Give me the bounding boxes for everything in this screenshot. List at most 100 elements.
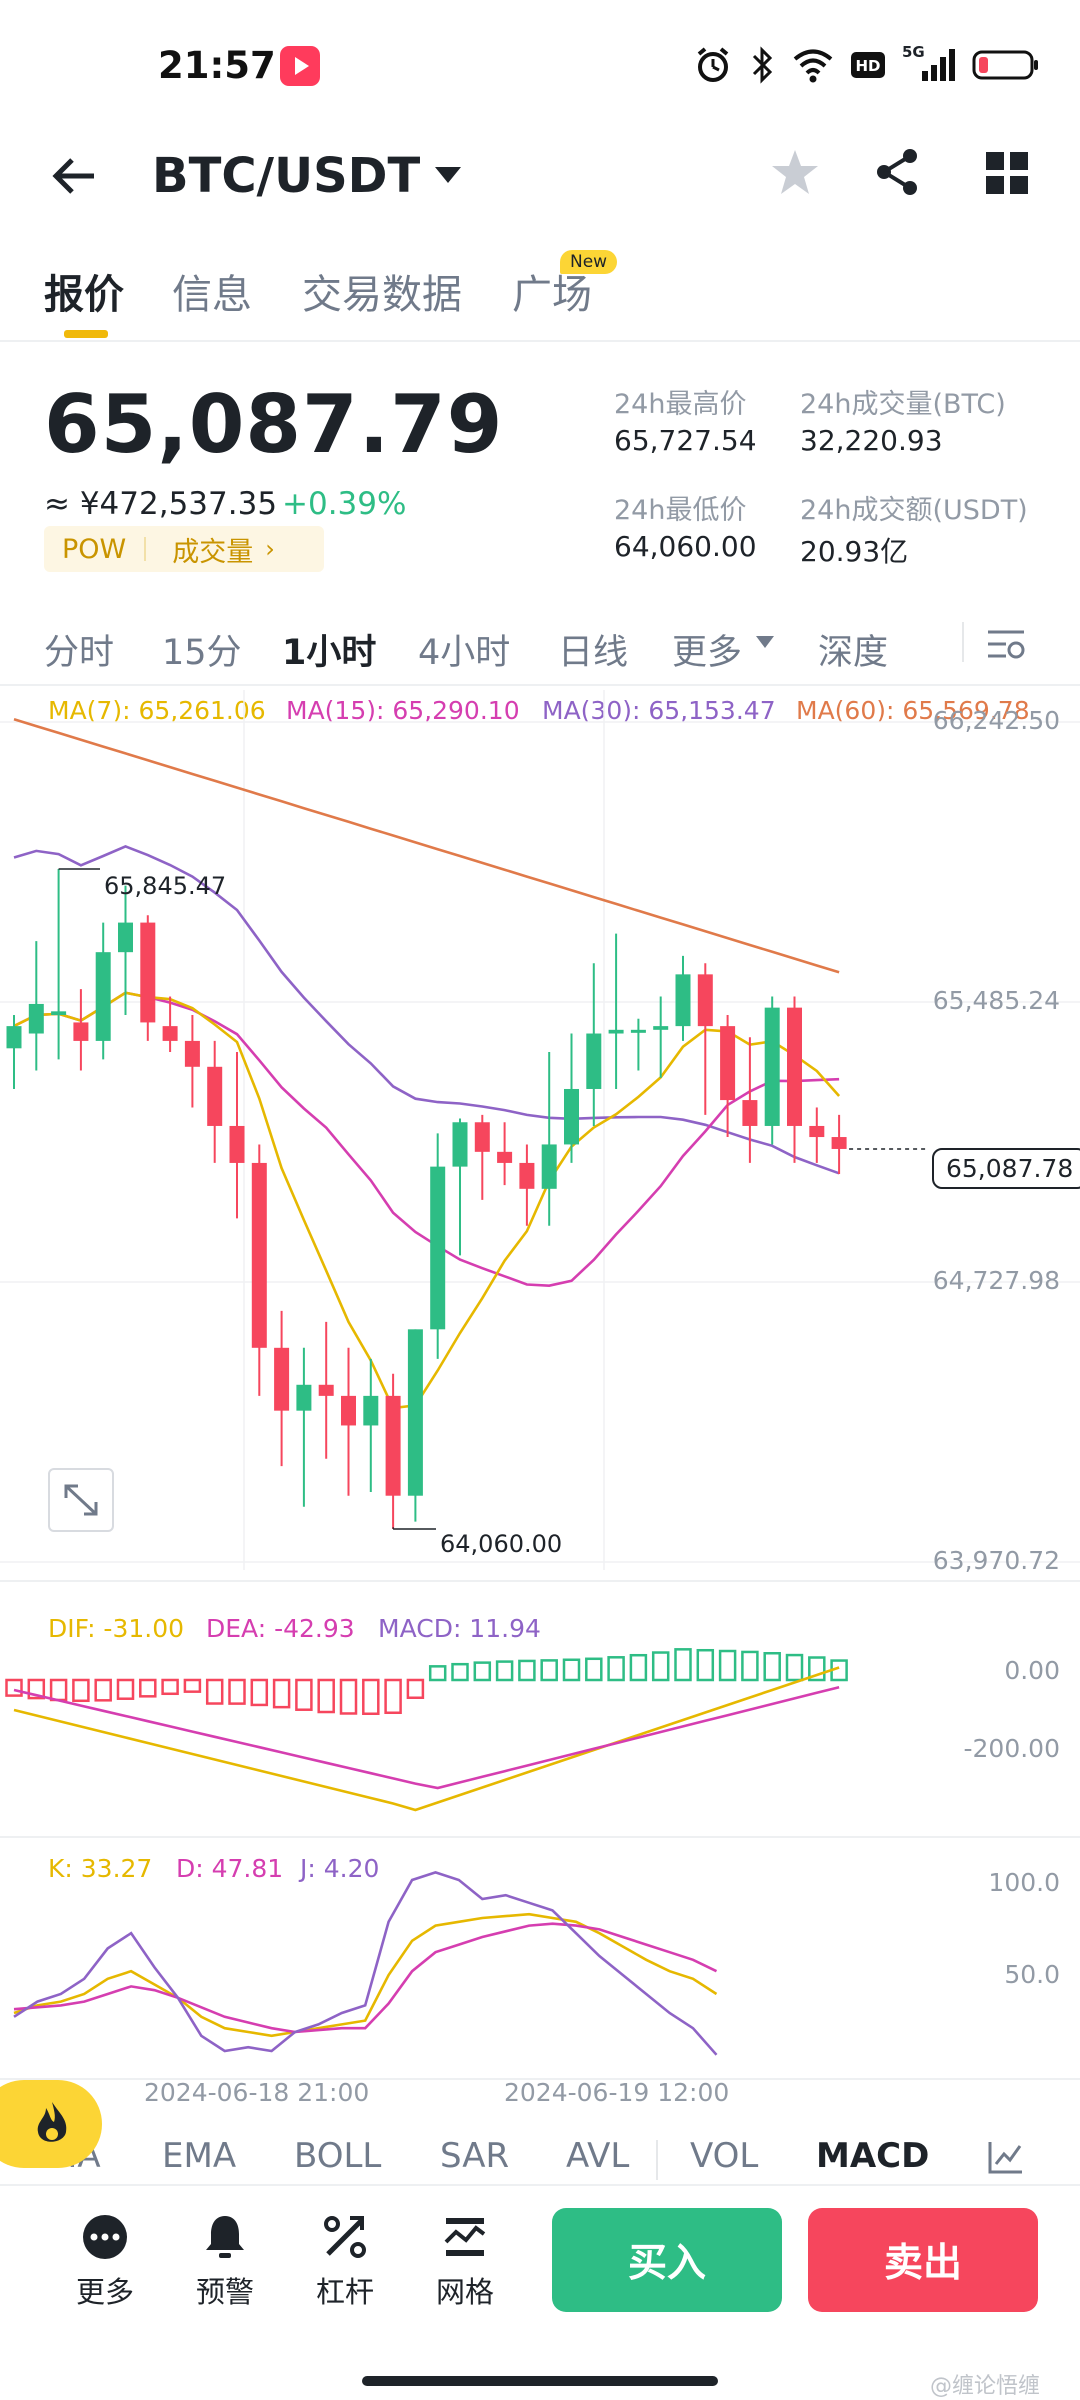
tab-trade-data[interactable]: 交易数据	[302, 262, 462, 320]
more-button[interactable]: 更多	[60, 2212, 150, 2311]
kdj-axis-1: 50.0	[1004, 1960, 1060, 1989]
status-icons: HD 5G	[694, 43, 1040, 84]
macd-bar	[272, 1678, 291, 1709]
bluetooth-icon	[752, 46, 773, 84]
more-dropdown-icon[interactable]	[754, 634, 776, 650]
indicator-vol[interactable]: VOL	[690, 2136, 758, 2176]
macd-bar	[317, 1678, 335, 1714]
macd-bar	[250, 1678, 269, 1707]
interval-depth[interactable]: 深度	[818, 624, 888, 675]
candle-body	[207, 1066, 223, 1126]
indicator-macd[interactable]: MACD	[816, 2136, 929, 2176]
low-label: 24h最低价	[614, 495, 747, 526]
high-marker: 65,845.47	[104, 872, 227, 900]
dea-line	[13, 1685, 840, 1790]
current-price-tag[interactable]: 65,087.78	[932, 1148, 1080, 1189]
alert-button[interactable]: 预警	[180, 2212, 270, 2311]
macd-bar	[205, 1678, 224, 1705]
price-cny: ≈ ¥472,537.35	[44, 486, 278, 522]
grid-button[interactable]: 网格	[420, 2212, 510, 2311]
interval-more[interactable]: 更多	[672, 624, 742, 675]
candle-body	[541, 1144, 557, 1189]
grid-menu-icon[interactable]	[984, 150, 1030, 196]
grid-trading-icon	[444, 2218, 486, 2256]
vol-btc-value: 32,220.93	[800, 424, 943, 457]
macd-bar	[406, 1678, 425, 1699]
macd-bar	[540, 1659, 558, 1682]
ma60-line	[13, 717, 840, 974]
interval-4h[interactable]: 4小时	[418, 624, 510, 675]
share-icon[interactable]	[872, 146, 924, 198]
star-icon[interactable]	[768, 146, 822, 200]
candle-body	[697, 974, 713, 1027]
chart-settings-icon[interactable]	[986, 626, 1026, 662]
bell-icon	[206, 2216, 244, 2258]
macd-bar	[651, 1651, 670, 1682]
vol-btc-label: 24h成交量(BTC)	[800, 389, 1006, 420]
interval-15m[interactable]: 15分	[162, 624, 242, 675]
time-axis-1: 2024-06-19 12:00	[504, 2078, 730, 2107]
interval-1h[interactable]: 1小时	[282, 624, 376, 675]
hot-float-button[interactable]	[0, 2080, 102, 2168]
tabs-divider	[0, 340, 1080, 342]
svg-text:HD: HD	[855, 57, 880, 75]
macd-bar	[228, 1678, 246, 1705]
interval-time-share[interactable]: 分时	[44, 624, 114, 675]
macd-bar	[763, 1651, 781, 1682]
macd-bar	[518, 1659, 536, 1682]
indicator-settings-icon[interactable]	[986, 2138, 1026, 2178]
price-change: +0.39%	[282, 486, 407, 522]
candle-body	[95, 952, 111, 1041]
home-indicator[interactable]	[362, 2376, 718, 2386]
price-axis-2: 64,727.98	[932, 1266, 1060, 1295]
leverage-button[interactable]: 杠杆	[300, 2212, 390, 2311]
candle-body	[630, 1029, 646, 1033]
tab-quote[interactable]: 报价	[44, 262, 124, 320]
sell-button[interactable]: 卖出	[808, 2208, 1038, 2312]
candle-body	[140, 922, 156, 1023]
dea-label: DEA: -42.93	[206, 1614, 355, 1643]
macd-bar	[94, 1678, 112, 1702]
ma15-line	[13, 991, 840, 1288]
macd-bar	[451, 1662, 469, 1682]
vol-usdt-value: 20.93亿	[800, 535, 909, 568]
tab-info[interactable]: 信息	[172, 262, 252, 320]
macd-bar	[585, 1657, 603, 1682]
indicator-ema[interactable]: EMA	[162, 2136, 236, 2176]
macd-bar	[295, 1678, 313, 1711]
macd-bar	[339, 1678, 358, 1715]
candle-body	[452, 1122, 468, 1167]
candle-body	[229, 1125, 245, 1163]
candlestick-chart[interactable]	[0, 690, 1080, 1590]
macd-bar	[161, 1678, 179, 1696]
indicator-sar[interactable]: SAR	[440, 2136, 509, 2176]
macd-bar	[741, 1650, 759, 1682]
pair-dropdown-icon[interactable]	[432, 164, 464, 186]
indicator-avl[interactable]: AVL	[566, 2136, 629, 2176]
macd-bar	[183, 1678, 202, 1693]
candle-body	[73, 1022, 89, 1041]
status-time: 21:57	[158, 44, 276, 87]
buy-button[interactable]: 买入	[552, 2208, 782, 2312]
low-value: 64,060.00	[614, 530, 757, 563]
candle-body	[318, 1384, 334, 1396]
pair-title[interactable]: BTC/USDT	[152, 148, 420, 204]
alert-label: 预警	[195, 2275, 254, 2309]
category-tag[interactable]: POW 成交量 ›	[44, 526, 324, 572]
candle-body	[118, 922, 133, 953]
high-value: 65,727.54	[614, 424, 757, 457]
macd-bar	[49, 1678, 68, 1702]
last-price: 65,087.79	[44, 378, 504, 471]
candle-body	[296, 1384, 312, 1411]
fullscreen-button[interactable]	[48, 1468, 114, 1532]
indicator-boll[interactable]: BOLL	[294, 2136, 381, 2176]
back-arrow-icon[interactable]	[48, 150, 100, 202]
hd-icon: HD	[851, 52, 885, 78]
interval-1d[interactable]: 日线	[558, 624, 628, 675]
tab-active-indicator	[64, 330, 108, 338]
candle-body	[162, 1026, 178, 1041]
kdj-axis-0: 100.0	[988, 1868, 1060, 1897]
candle-body	[586, 1033, 602, 1089]
candle-body	[764, 1007, 780, 1126]
macd-bar	[473, 1661, 492, 1682]
